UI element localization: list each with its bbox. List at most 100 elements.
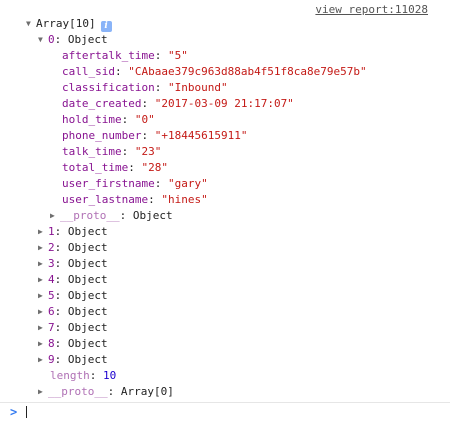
item-index: 8 xyxy=(48,337,55,350)
chevron-right-icon: > xyxy=(10,405,18,419)
colon: : xyxy=(107,385,121,398)
array-item-8[interactable]: ▶ 8: Object xyxy=(38,336,108,352)
property-value: "gary" xyxy=(167,177,208,190)
property-value: "Inbound" xyxy=(167,81,228,94)
array-item-0[interactable]: ▼ 0: Object xyxy=(38,32,108,48)
colon: : xyxy=(54,289,68,302)
property-key: hold_time xyxy=(62,113,122,126)
array-proto-row[interactable]: ▶ __proto__: Array[0] xyxy=(38,384,174,400)
property-value: "+18445615911" xyxy=(154,129,248,142)
item-label: Object xyxy=(67,321,108,334)
colon: : xyxy=(119,209,133,222)
object-proto-row[interactable]: ▶ __proto__: Object xyxy=(50,208,173,224)
array-item-4[interactable]: ▶ 4: Object xyxy=(38,272,108,288)
property-row: aftertalk_time: "5" xyxy=(62,48,188,64)
colon: : xyxy=(128,161,142,174)
console-panel: view report:11028 ▼ Array[10] i ▼ 0: Object… xyxy=(0,0,450,421)
property-value: "2017-03-09 21:17:07" xyxy=(154,97,294,110)
triangle-right-icon[interactable]: ▶ xyxy=(50,208,60,224)
item-label: Object xyxy=(67,225,108,238)
array-item-7[interactable]: ▶ 7: Object xyxy=(38,320,108,336)
triangle-right-icon[interactable]: ▶ xyxy=(38,320,48,336)
colon: : xyxy=(54,353,68,366)
colon: : xyxy=(54,225,68,238)
property-row: classification: "Inbound" xyxy=(62,80,228,96)
info-icon[interactable]: i xyxy=(100,21,112,32)
triangle-right-icon[interactable]: ▶ xyxy=(38,240,48,256)
property-key: phone_number xyxy=(62,129,142,142)
triangle-right-icon[interactable]: ▶ xyxy=(38,384,48,400)
colon: : xyxy=(54,305,68,318)
colon: : xyxy=(141,97,155,110)
colon: : xyxy=(114,65,129,78)
item-label: Object xyxy=(67,33,108,46)
triangle-down-icon[interactable]: ▼ xyxy=(38,32,48,48)
triangle-right-icon[interactable]: ▶ xyxy=(38,272,48,288)
array-item-5[interactable]: ▶ 5: Object xyxy=(38,288,108,304)
colon: : xyxy=(141,129,155,142)
item-index: 3 xyxy=(48,257,55,270)
colon: : xyxy=(154,81,168,94)
property-row: user_lastname: "hines" xyxy=(62,192,208,208)
array-item-6[interactable]: ▶ 6: Object xyxy=(38,304,108,320)
property-key: call_sid xyxy=(62,65,115,78)
triangle-down-icon[interactable]: ▼ xyxy=(26,16,36,32)
source-link[interactable]: view report:11028 xyxy=(315,3,428,17)
item-index: 6 xyxy=(48,305,55,318)
proto-key: __proto__ xyxy=(48,385,108,398)
property-row: user_firstname: "gary" xyxy=(62,176,208,192)
colon: : xyxy=(89,369,103,382)
triangle-right-icon[interactable]: ▶ xyxy=(38,304,48,320)
triangle-right-icon[interactable]: ▶ xyxy=(38,224,48,240)
property-row: call_sid: "CAbaae379c963d88ab4f51f8ca8e7… xyxy=(62,64,367,80)
console-input[interactable]: > xyxy=(0,403,450,421)
property-row: total_time: "28" xyxy=(62,160,168,176)
colon: : xyxy=(154,177,168,190)
proto-value: Object xyxy=(132,209,173,222)
array-item-1[interactable]: ▶ 1: Object xyxy=(38,224,108,240)
property-key: user_lastname xyxy=(62,193,149,206)
property-row: date_created: "2017-03-09 21:17:07" xyxy=(62,96,294,112)
item-label: Object xyxy=(67,305,108,318)
property-value: "0" xyxy=(134,113,155,126)
colon: : xyxy=(54,337,68,350)
colon: : xyxy=(154,49,168,62)
property-row: talk_time: "23" xyxy=(62,144,161,160)
colon: : xyxy=(121,145,135,158)
triangle-right-icon[interactable]: ▶ xyxy=(38,288,48,304)
item-index: 9 xyxy=(48,353,55,366)
colon: : xyxy=(54,33,68,46)
colon: : xyxy=(121,113,135,126)
item-label: Object xyxy=(67,353,108,366)
triangle-right-icon[interactable]: ▶ xyxy=(38,336,48,352)
property-value: "23" xyxy=(134,145,162,158)
item-label: Object xyxy=(67,257,108,270)
colon: : xyxy=(148,193,162,206)
array-header-label: Array[10] xyxy=(36,17,96,30)
colon: : xyxy=(54,257,68,270)
colon: : xyxy=(54,321,68,334)
colon: : xyxy=(54,241,68,254)
property-key: aftertalk_time xyxy=(62,49,155,62)
property-value: "hines" xyxy=(161,193,208,206)
text-caret xyxy=(26,406,27,418)
property-key: date_created xyxy=(62,97,142,110)
item-label: Object xyxy=(67,337,108,350)
array-item-3[interactable]: ▶ 3: Object xyxy=(38,256,108,272)
length-value: 10 xyxy=(103,369,117,382)
triangle-right-icon[interactable]: ▶ xyxy=(38,352,48,368)
proto-value: Array[0] xyxy=(120,385,174,398)
item-label: Object xyxy=(67,289,108,302)
triangle-right-icon[interactable]: ▶ xyxy=(38,256,48,272)
item-label: Object xyxy=(67,273,108,286)
array-header-row[interactable]: ▼ Array[10] i xyxy=(26,16,112,32)
length-row: length: 10 xyxy=(50,368,116,384)
array-item-9[interactable]: ▶ 9: Object xyxy=(38,352,108,368)
item-index: 4 xyxy=(48,273,55,286)
property-key: talk_time xyxy=(62,145,122,158)
array-item-2[interactable]: ▶ 2: Object xyxy=(38,240,108,256)
colon: : xyxy=(54,273,68,286)
property-value: "CAbaae379c963d88ab4f51f8ca8e79e57b" xyxy=(128,65,367,78)
item-index: 7 xyxy=(48,321,55,334)
property-value: "28" xyxy=(141,161,168,174)
